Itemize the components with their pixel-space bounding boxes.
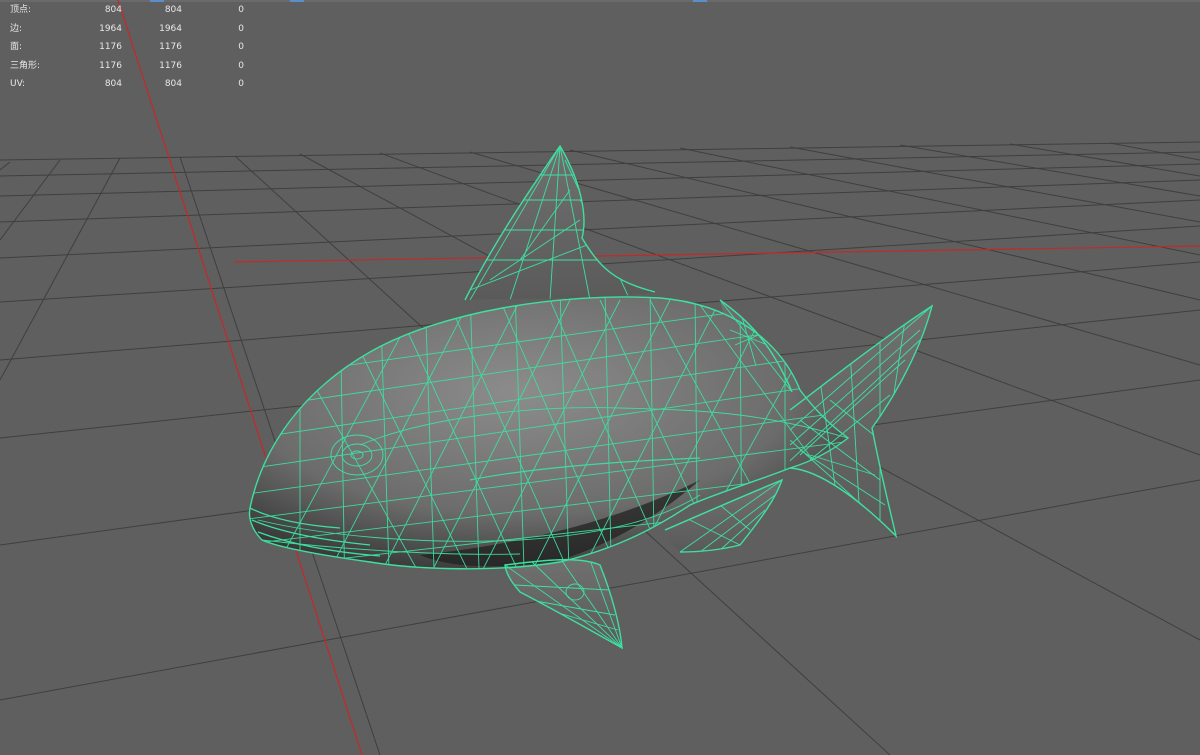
hud-value: 804: [164, 79, 182, 90]
3d-viewport[interactable]: 顶点: 804 804 0 边: 1964 1964 0 面: 1176 117…: [0, 0, 1200, 755]
hud-label: UV:: [10, 79, 26, 90]
hud-row-uvs: UV: 804 804 0: [8, 75, 248, 94]
hud-row-triangles: 三角形: 1176 1176 0: [8, 57, 248, 76]
hud-value: 804: [104, 79, 122, 90]
hud-label: 边:: [10, 23, 23, 34]
hud-value: 0: [238, 5, 244, 15]
hud-row-vertices: 顶点: 804 804 0: [8, 1, 248, 20]
x-axis-line: [233, 245, 1200, 263]
hud-label: 顶点:: [10, 5, 32, 15]
hud-value: 1964: [99, 23, 122, 34]
hud-row-edges: 边: 1964 1964 0: [8, 20, 248, 39]
hud-value: 0: [238, 60, 244, 71]
hud-label: 面:: [10, 42, 23, 53]
hud-value: 804: [104, 5, 122, 15]
hud-value: 1176: [159, 42, 182, 53]
poly-count-hud: 顶点: 804 804 0 边: 1964 1964 0 面: 1176 117…: [8, 1, 248, 94]
hud-label: 三角形:: [10, 60, 41, 71]
hud-value: 0: [238, 23, 244, 34]
hud-value: 1176: [99, 42, 122, 53]
hud-value: 1176: [99, 60, 122, 71]
hud-value: 1964: [159, 23, 182, 34]
hud-value: 0: [238, 79, 244, 90]
z-axis-line: [117, 0, 363, 755]
fish-mesh[interactable]: [240, 144, 934, 650]
hud-value: 804: [164, 5, 182, 15]
scene-canvas[interactable]: [0, 0, 1200, 755]
hud-row-faces: 面: 1176 1176 0: [8, 38, 248, 57]
hud-value: 1176: [159, 60, 182, 71]
hud-value: 0: [238, 42, 244, 53]
